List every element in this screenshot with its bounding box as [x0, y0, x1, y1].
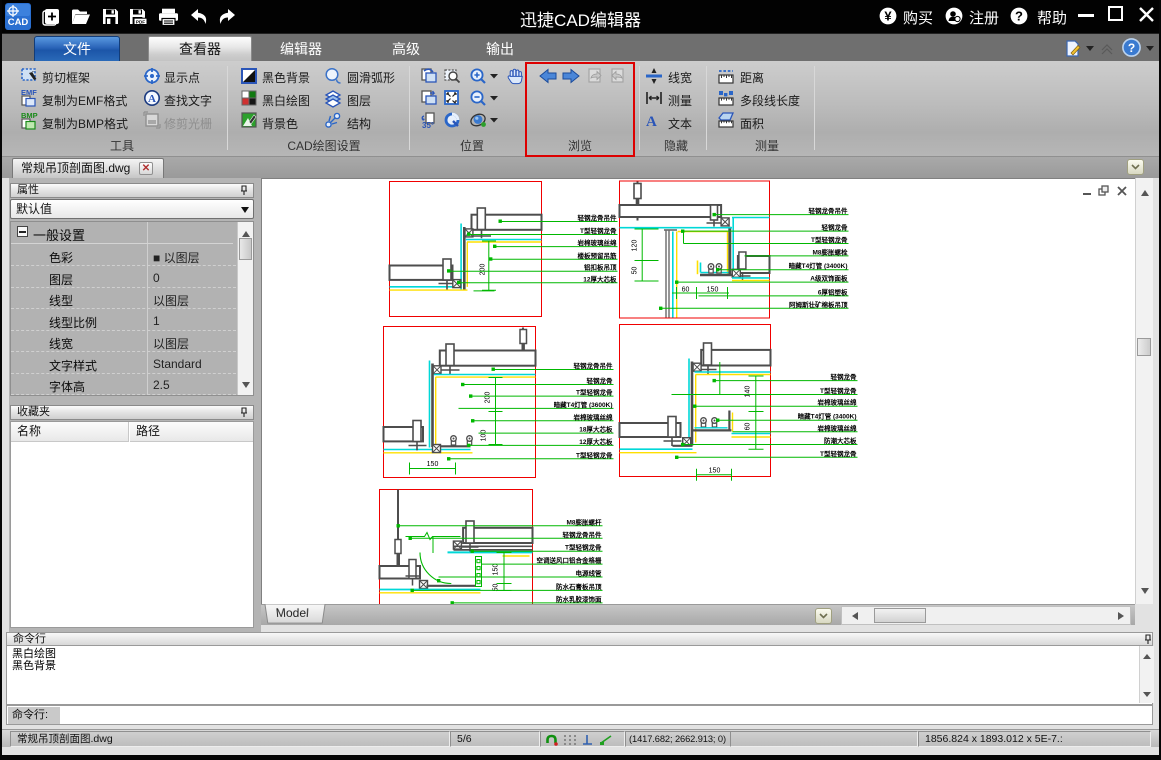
svg-text:CAD: CAD [8, 17, 29, 28]
svg-text:轻钢龙骨吊件: 轻钢龙骨吊件 [563, 530, 603, 539]
svg-text:50: 50 [632, 267, 639, 275]
svg-text:¥: ¥ [884, 9, 892, 24]
svg-text:150: 150 [493, 564, 500, 576]
svg-text:150: 150 [707, 287, 719, 294]
svg-text:轻钢龙骨吊件: 轻钢龙骨吊件 [809, 206, 849, 215]
svg-text:?: ? [1015, 9, 1023, 24]
svg-text:6厚铝塑板: 6厚铝塑板 [818, 287, 848, 296]
svg-text:轻钢龙骨吊件: 轻钢龙骨吊件 [578, 213, 618, 222]
svg-text:防水乳胶漆饰面: 防水乳胶漆饰面 [556, 594, 602, 603]
svg-text:暗藏T4灯管 (3400K): 暗藏T4灯管 (3400K) [789, 261, 848, 270]
svg-text:A: A [148, 93, 156, 105]
svg-text:140: 140 [745, 386, 752, 398]
svg-text:岩棉玻璃丝绵: 岩棉玻璃丝绵 [577, 238, 618, 247]
svg-text:T型轻钢龙骨: T型轻钢龙骨 [820, 386, 857, 395]
svg-text:防潮大芯板: 防潮大芯板 [824, 436, 857, 445]
svg-text:防水石膏板吊顶: 防水石膏板吊顶 [556, 582, 602, 591]
svg-text:M8膨胀螺栓: M8膨胀螺栓 [812, 247, 848, 256]
svg-text:12厚大芯板: 12厚大芯板 [579, 437, 613, 446]
svg-text:150: 150 [709, 468, 721, 475]
svg-text:楼板预留吊筋: 楼板预留吊筋 [578, 251, 618, 260]
svg-text:轻钢龙骨: 轻钢龙骨 [822, 223, 849, 232]
svg-text:?: ? [1128, 41, 1135, 55]
svg-text:空调送风口铝合金格栅: 空调送风口铝合金格栅 [537, 556, 603, 565]
svg-text:35°: 35° [422, 121, 434, 130]
svg-text:A级双饰面板: A级双饰面板 [810, 274, 848, 283]
svg-text:120: 120 [632, 240, 639, 252]
svg-text:T型轻钢龙骨: T型轻钢龙骨 [820, 449, 857, 458]
svg-text:轻钢龙骨: 轻钢龙骨 [831, 372, 858, 381]
svg-text:18厚大芯板: 18厚大芯板 [579, 425, 613, 434]
svg-text:铝扣板吊顶: 铝扣板吊顶 [584, 263, 617, 272]
svg-text:150: 150 [427, 461, 439, 468]
svg-text:200: 200 [480, 264, 487, 276]
svg-text:岩棉玻璃丝绵: 岩棉玻璃丝绵 [573, 412, 614, 421]
svg-text:60: 60 [745, 423, 752, 431]
svg-text:12厚大芯板: 12厚大芯板 [583, 274, 617, 283]
svg-text:轻钢龙骨吊件: 轻钢龙骨吊件 [574, 361, 614, 370]
svg-text:暗藏T4灯管 (3600K): 暗藏T4灯管 (3600K) [554, 400, 613, 409]
svg-text:100: 100 [481, 430, 488, 442]
svg-text:岩棉玻璃丝绵: 岩棉玻璃丝绵 [817, 423, 858, 432]
svg-text:PDF: PDF [136, 19, 145, 24]
svg-text:200: 200 [485, 392, 492, 404]
svg-text:60: 60 [682, 287, 690, 294]
svg-text:T型轻钢龙骨: T型轻钢龙骨 [811, 235, 848, 244]
svg-text:T型轻钢龙骨: T型轻钢龙骨 [576, 388, 613, 397]
svg-text:T型轻钢龙骨: T型轻钢龙骨 [576, 450, 613, 459]
svg-text:T型轻钢龙骨: T型轻钢龙骨 [580, 226, 617, 235]
svg-text:电源线管: 电源线管 [576, 569, 603, 578]
svg-text:T型轻钢龙骨: T型轻钢龙骨 [565, 543, 602, 552]
svg-text:阿姆斯壮矿棉板吊顶: 阿姆斯壮矿棉板吊顶 [789, 300, 848, 309]
svg-text:A: A [646, 114, 657, 130]
svg-text:岩棉玻璃丝绵: 岩棉玻璃丝绵 [817, 398, 858, 407]
svg-text:M8膨胀螺杆: M8膨胀螺杆 [566, 517, 602, 526]
svg-text:轻钢龙骨: 轻钢龙骨 [587, 376, 614, 385]
svg-text:暗藏T4灯管 (3400K): 暗藏T4灯管 (3400K) [798, 412, 857, 421]
